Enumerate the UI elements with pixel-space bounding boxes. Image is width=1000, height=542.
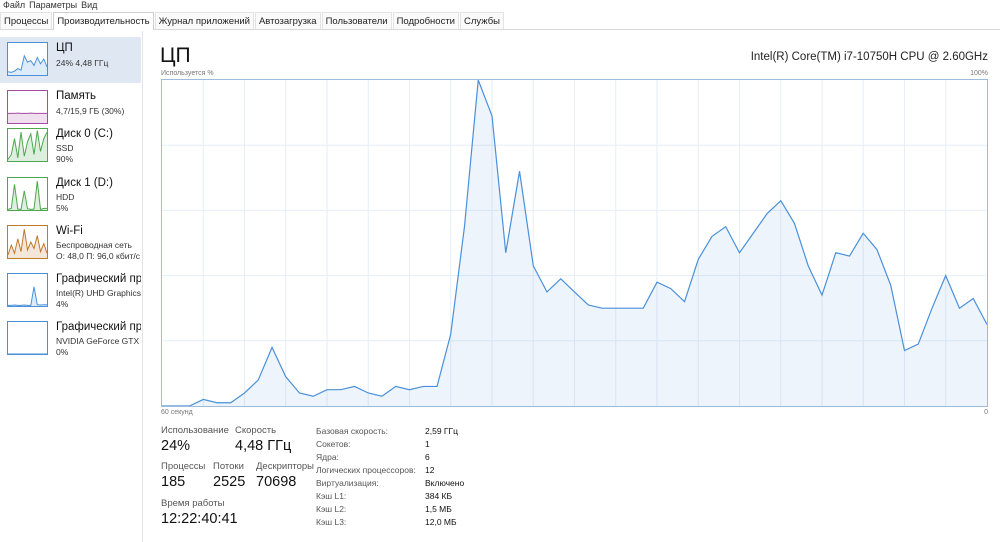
cpu-usage-graph — [161, 79, 988, 407]
tab-app-history[interactable]: Журнал приложений — [154, 12, 254, 29]
base-speed-value: 2,59 ГГц — [425, 426, 458, 436]
sparkline-line — [8, 229, 47, 255]
speed-label: Скорость — [235, 425, 277, 436]
base-speed-label: Базовая скорость: — [316, 426, 389, 436]
sidebar-item-detail: Intel(R) UHD Graphics — [56, 288, 141, 298]
tab-details[interactable]: Подробности — [392, 12, 459, 29]
sidebar-item-label: Диск 0 (C:) — [56, 128, 113, 140]
sidebar-item-label: Графический процессор 1 — [56, 321, 141, 333]
resource-sidebar: ЦП 24% 4,48 ГГц Память 4,7/15,9 ГБ (30%)… — [0, 31, 143, 542]
sockets-value: 1 — [425, 439, 430, 449]
sidebar-item-disk-1[interactable]: Диск 1 (D:) HDD 5% — [0, 172, 141, 218]
cache-l3-label: Кэш L3: — [316, 517, 347, 527]
virtualization-value: Включено — [425, 478, 465, 488]
cpu-sparkline — [7, 42, 48, 76]
sidebar-item-label: Диск 1 (D:) — [56, 177, 113, 189]
cache-l2-value: 1,5 МБ — [425, 504, 452, 514]
sidebar-item-detail: Беспроводная сеть — [56, 240, 132, 250]
handles-label: Дескрипторы — [256, 461, 314, 472]
logical-processors-label: Логических процессоров: — [316, 465, 416, 475]
menu-view[interactable]: Вид — [79, 0, 99, 12]
cache-l3-value: 12,0 МБ — [425, 517, 457, 527]
gpu-1-sparkline — [7, 321, 48, 355]
usage-value: 24% — [161, 438, 191, 454]
processes-label: Процессы — [161, 461, 206, 472]
menu-file[interactable]: Файл — [0, 0, 27, 12]
threads-label: Потоки — [213, 461, 244, 472]
cpu-detail-panel: ЦП Intel(R) Core(TM) i7-10750H CPU @ 2.6… — [144, 31, 1000, 542]
sidebar-item-value: 0% — [56, 347, 69, 357]
cores-value: 6 — [425, 452, 430, 462]
sidebar-item-gpu-0[interactable]: Графический процессор 0 Intel(R) UHD Gra… — [0, 268, 141, 314]
tab-services[interactable]: Службы — [460, 12, 504, 29]
threads-value: 2525 — [213, 474, 246, 490]
disk-1-sparkline — [7, 177, 48, 211]
sidebar-item-disk-0[interactable]: Диск 0 (C:) SSD 90% — [0, 123, 141, 169]
sparkline-area — [8, 130, 47, 161]
cores-label: Ядра: — [316, 452, 339, 462]
sparkline-area — [8, 229, 47, 258]
sidebar-item-label: Память — [56, 90, 97, 102]
speed-value: 4,48 ГГц — [235, 438, 292, 454]
handles-value: 70698 — [256, 474, 297, 490]
sparkline-area — [8, 286, 47, 306]
cpu-model-name: Intel(R) Core(TM) i7-10750H CPU @ 2.60GH… — [750, 51, 988, 63]
sidebar-item-detail: NVIDIA GeForce GTX 1650 Ti — [56, 336, 141, 346]
axis-time-label: 60 секунд — [161, 409, 193, 416]
virtualization-label: Виртуализация: — [316, 478, 379, 488]
menu-bar: Файл Параметры Вид — [0, 0, 1000, 12]
sidebar-item-value: 4% — [56, 299, 69, 309]
processes-value: 185 — [161, 474, 186, 490]
uptime-value: 12:22:40:41 — [161, 511, 238, 527]
sidebar-item-gpu-1[interactable]: Графический процессор 1 NVIDIA GeForce G… — [0, 316, 141, 362]
sidebar-item-detail: HDD — [56, 192, 75, 202]
tab-users[interactable]: Пользователи — [321, 12, 392, 29]
sidebar-item-cpu[interactable]: ЦП 24% 4,48 ГГц — [0, 37, 141, 83]
sidebar-item-detail: 4,7/15,9 ГБ (30%) — [56, 106, 125, 116]
menu-options[interactable]: Параметры — [27, 0, 79, 12]
cache-l1-label: Кэш L1: — [316, 491, 347, 501]
tab-performance[interactable]: Производительность — [53, 12, 154, 30]
sparkline-line — [8, 286, 47, 306]
usage-label: Использование — [161, 425, 229, 436]
uptime-label: Время работы — [161, 498, 225, 509]
gpu-0-sparkline — [7, 273, 48, 307]
axis-label: Используется % — [161, 70, 214, 77]
sockets-label: Сокетов: — [316, 439, 351, 449]
sidebar-item-value: 90% — [56, 154, 74, 164]
tab-bar: Процессы Производительность Журнал прило… — [0, 12, 1000, 30]
sidebar-item-wifi[interactable]: Wi-Fi Беспроводная сеть О: 48,0 П: 96,0 … — [0, 220, 141, 266]
axis-max-label: 100% — [970, 70, 988, 77]
sidebar-item-detail: 24% 4,48 ГГц — [56, 58, 109, 68]
tab-processes[interactable]: Процессы — [0, 12, 53, 29]
tab-startup[interactable]: Автозагрузка — [254, 12, 321, 29]
memory-sparkline — [7, 90, 48, 124]
sidebar-item-label: ЦП — [56, 42, 73, 54]
cache-l2-label: Кэш L2: — [316, 504, 347, 514]
logical-processors-value: 12 — [425, 465, 435, 475]
disk-0-sparkline — [7, 128, 48, 162]
sidebar-item-value: О: 48,0 П: 96,0 кбит/с — [56, 251, 141, 261]
page-title: ЦП — [160, 44, 191, 67]
wifi-sparkline — [7, 225, 48, 259]
sidebar-item-value: 5% — [56, 203, 69, 213]
cache-l1-value: 384 КБ — [425, 491, 453, 501]
sparkline-area — [8, 55, 47, 75]
sidebar-item-label: Графический процессор 0 — [56, 273, 141, 285]
axis-zero-label: 0 — [984, 409, 988, 416]
sidebar-item-label: Wi-Fi — [56, 225, 83, 237]
sparkline-area — [8, 113, 47, 123]
sidebar-item-detail: SSD — [56, 143, 74, 153]
